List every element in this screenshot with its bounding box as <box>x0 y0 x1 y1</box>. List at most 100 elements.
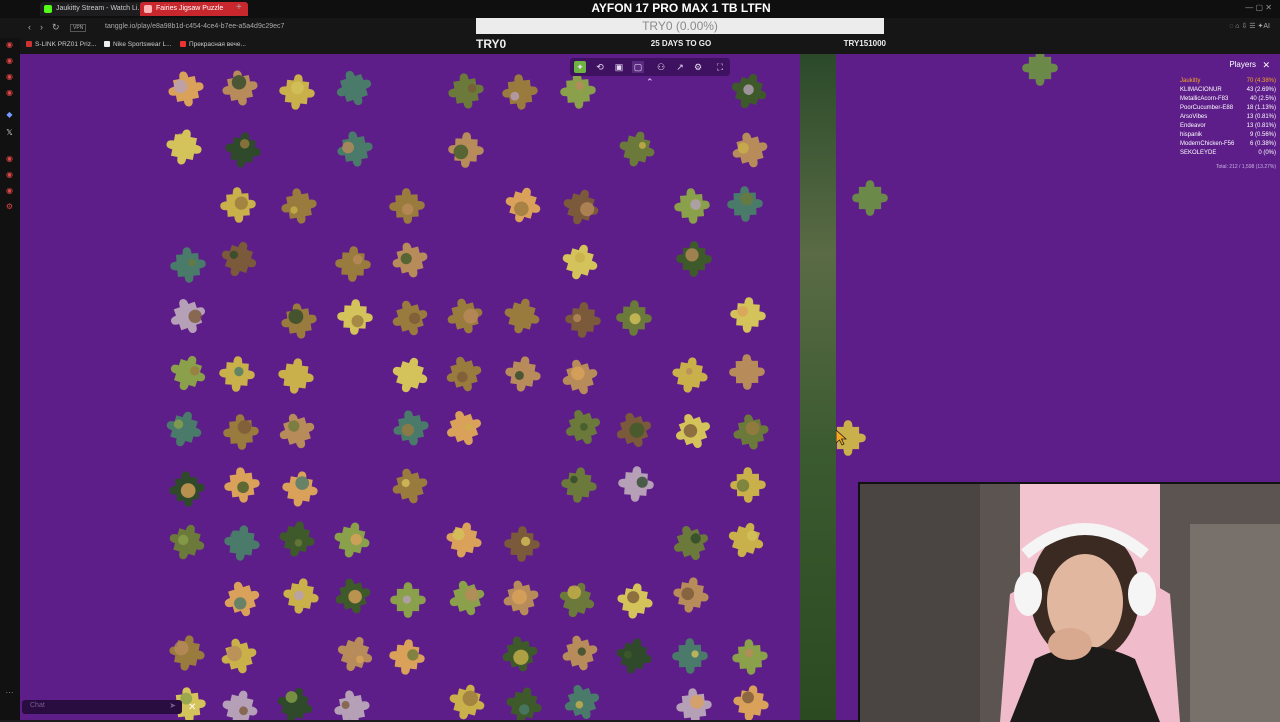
puzzle-piece[interactable] <box>498 70 542 114</box>
puzzle-piece[interactable] <box>557 401 608 452</box>
puzzle-piece[interactable] <box>165 467 209 511</box>
puzzle-piece[interactable] <box>328 571 377 620</box>
sidebar-icon[interactable]: ◉ <box>5 170 14 179</box>
puzzle-piece[interactable] <box>613 125 661 173</box>
rotate-icon[interactable]: ⟲ <box>594 61 606 73</box>
puzzle-piece[interactable] <box>330 628 381 679</box>
puzzle-piece[interactable] <box>724 66 774 116</box>
assembled-puzzle-edge[interactable] <box>800 54 836 720</box>
puzzle-piece[interactable] <box>562 299 605 342</box>
puzzle-piece[interactable] <box>216 184 259 227</box>
sidebar-icon[interactable]: ◉ <box>5 88 14 97</box>
puzzle-piece[interactable] <box>726 294 769 337</box>
puzzle-piece[interactable] <box>497 291 546 340</box>
tab-puzzle[interactable]: Fairies Jigsaw Puzzle <box>140 2 248 16</box>
puzzle-piece[interactable] <box>332 126 378 172</box>
puzzle-piece[interactable] <box>273 516 320 563</box>
puzzle-piece[interactable] <box>160 404 209 453</box>
puzzle-piece[interactable] <box>273 353 318 398</box>
sidebar-icon[interactable]: ◉ <box>5 40 14 49</box>
puzzle-piece[interactable] <box>672 684 716 720</box>
puzzle-piece[interactable] <box>220 521 265 566</box>
puzzle-piece[interactable] <box>438 402 489 453</box>
fullscreen-icon[interactable]: ⛶ <box>714 61 726 73</box>
puzzle-piece[interactable] <box>614 297 655 338</box>
puzzle-piece[interactable] <box>729 635 772 678</box>
sidebar-icon[interactable]: ◉ <box>5 56 14 65</box>
settings-icon[interactable]: ⚙ <box>692 61 704 73</box>
bookmark-item[interactable]: Nike Sportswear L... <box>104 41 172 48</box>
send-icon[interactable]: ➤ <box>169 701 176 710</box>
puzzle-piece[interactable] <box>612 578 658 624</box>
puzzle-piece[interactable] <box>725 184 766 225</box>
puzzle-piece[interactable] <box>385 635 430 680</box>
puzzle-piece[interactable] <box>557 462 602 507</box>
puzzle-piece[interactable] <box>674 239 715 280</box>
browser-toolbar-icons[interactable]: ◌ ⌂ ⇩ ☰ ✦AI <box>1229 22 1270 30</box>
puzzle-piece[interactable] <box>220 127 266 173</box>
puzzle-piece[interactable] <box>163 630 209 676</box>
puzzle-piece[interactable] <box>498 180 547 229</box>
puzzle-piece[interactable] <box>332 243 374 285</box>
puzzle-piece[interactable] <box>329 684 376 720</box>
puzzle-piece[interactable] <box>216 352 259 395</box>
puzzle-piece[interactable] <box>443 68 489 114</box>
puzzle-piece[interactable] <box>727 352 768 393</box>
puzzle-piece[interactable] <box>161 123 208 170</box>
puzzle-piece[interactable] <box>500 681 548 720</box>
image-icon[interactable]: ▣ <box>613 61 625 73</box>
puzzle-piece[interactable] <box>439 349 488 398</box>
puzzle-piece[interactable] <box>385 350 435 400</box>
tab-stream[interactable]: Jaukitty Stream - Watch Li... <box>40 2 148 16</box>
puzzle-piece[interactable] <box>386 294 435 343</box>
puzzle-piece[interactable] <box>163 290 214 341</box>
puzzle-piece[interactable] <box>610 632 658 680</box>
puzzle-piece[interactable] <box>162 347 212 397</box>
bookmark-item[interactable]: Прекрасная вече... <box>180 41 246 48</box>
puzzle-piece[interactable] <box>850 178 890 218</box>
url-field[interactable]: tanggle.io/play/e8a98b1d-c454-4ce4-b7ee-… <box>105 23 284 30</box>
puzzle-piece[interactable] <box>442 573 492 623</box>
puzzle-piece[interactable] <box>615 463 658 506</box>
close-icon[interactable]: ✕ <box>1262 60 1270 71</box>
puzzle-piece[interactable] <box>214 631 263 680</box>
x-icon[interactable]: 𝕏 <box>5 128 14 137</box>
puzzle-piece[interactable] <box>220 411 263 454</box>
puzzle-piece[interactable] <box>555 238 604 287</box>
users-icon[interactable]: ⚇ <box>655 61 667 73</box>
chat-input[interactable]: Chat ➤ <box>22 700 182 714</box>
window-controls[interactable]: — ▢ ✕ <box>1245 3 1272 12</box>
puzzle-piece[interactable] <box>556 629 605 678</box>
puzzle-piece[interactable] <box>666 352 712 398</box>
back-icon[interactable]: ‹ <box>28 22 31 32</box>
puzzle-piece[interactable] <box>500 351 546 397</box>
puzzle-piece[interactable] <box>496 630 544 678</box>
puzzle-piece[interactable] <box>277 466 323 512</box>
messenger-icon[interactable]: ◆ <box>5 110 14 119</box>
puzzle-piece[interactable] <box>272 406 322 456</box>
more-icon[interactable]: ⋯ <box>5 688 14 697</box>
puzzle-piece[interactable] <box>501 524 542 565</box>
puzzle-piece[interactable] <box>162 65 209 112</box>
puzzle-piece[interactable] <box>665 517 716 568</box>
puzzle-piece[interactable] <box>668 572 714 618</box>
puzzle-piece[interactable] <box>440 516 487 563</box>
puzzle-piece[interactable] <box>445 129 487 171</box>
sidebar-icon[interactable]: ◉ <box>5 154 14 163</box>
puzzle-piece[interactable] <box>721 515 771 565</box>
puzzle-piece[interactable] <box>388 580 428 620</box>
puzzle-piece[interactable] <box>328 516 376 564</box>
sidebar-icon[interactable]: ◉ <box>5 186 14 195</box>
sidebar-icon[interactable]: ◉ <box>5 72 14 81</box>
forward-icon[interactable]: › <box>40 22 43 32</box>
puzzle-piece[interactable] <box>669 636 710 677</box>
puzzle-piece[interactable] <box>727 409 774 456</box>
puzzle-piece[interactable] <box>1020 54 1060 88</box>
puzzle-piece[interactable] <box>329 63 379 113</box>
puzzle-piece[interactable] <box>496 573 544 621</box>
puzzle-piece[interactable] <box>385 462 434 511</box>
reload-icon[interactable]: ↻ <box>52 22 60 33</box>
puzzle-piece[interactable] <box>386 235 434 283</box>
puzzle-piece[interactable] <box>217 64 264 111</box>
puzzle-piece[interactable] <box>671 184 714 227</box>
